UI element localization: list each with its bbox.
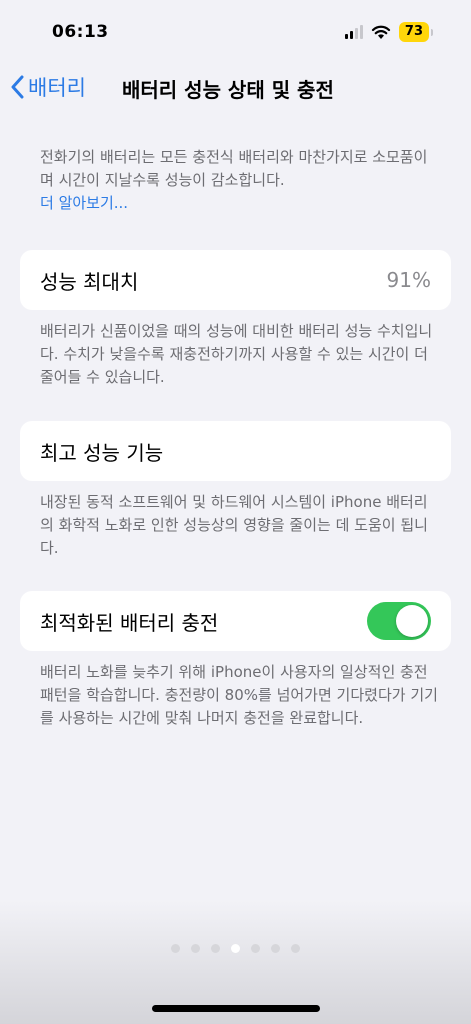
peak-performance-footnote: 내장된 동적 소프트웨어 및 하드웨어 시스템이 iPhone 배터리의 화학적… — [40, 493, 428, 557]
intro-description: 전화기의 배터리는 모든 충전식 배터리와 마찬가지로 소모품이며 시간이 지날… — [40, 146, 440, 215]
battery-tip-icon — [431, 28, 433, 36]
home-indicator[interactable] — [152, 1005, 320, 1012]
page-indicator[interactable] — [0, 944, 471, 953]
page-dot — [191, 944, 200, 953]
back-button-label: 배터리 — [28, 76, 86, 100]
max-capacity-value: 91% — [386, 268, 431, 292]
toggle-knob — [396, 605, 428, 637]
page-dot — [231, 944, 240, 953]
page-dot — [211, 944, 220, 953]
max-capacity-row: 성능 최대치 91% — [20, 250, 451, 310]
back-button[interactable]: 배터리 — [10, 72, 86, 102]
learn-more-link[interactable]: 더 알아보기... — [40, 192, 440, 215]
navigation-bar: 배터리 배터리 성능 상태 및 충전 — [0, 66, 471, 110]
page-dot — [271, 944, 280, 953]
optimized-charging-row: 최적화된 배터리 충전 — [20, 591, 451, 651]
peak-performance-label: 최고 성능 기능 — [40, 440, 164, 465]
wifi-icon — [371, 25, 391, 39]
status-time: 06:13 — [52, 22, 109, 42]
status-indicators: 73 — [344, 22, 433, 42]
chevron-left-icon — [11, 75, 24, 99]
page-dot — [291, 944, 300, 953]
page-dot — [251, 944, 260, 953]
max-capacity-label: 성능 최대치 — [40, 269, 139, 294]
battery-level-badge: 73 — [398, 22, 429, 42]
cellular-signal-icon — [344, 25, 363, 39]
optimized-charging-label: 최적화된 배터리 충전 — [40, 610, 219, 635]
max-capacity-footnote: 배터리가 신품이었을 때의 성능에 대비한 배터리 성능 수치입니다. 수치가 … — [40, 322, 433, 386]
page-title: 배터리 성능 상태 및 충전 — [122, 78, 334, 102]
peak-performance-row[interactable]: 최고 성능 기능 — [20, 421, 451, 481]
optimized-charging-toggle[interactable] — [367, 602, 431, 640]
status-bar: 06:13 73 — [0, 0, 471, 60]
page-dot — [171, 944, 180, 953]
optimized-charging-footnote: 배터리 노화를 늦추기 위해 iPhone이 사용자의 일상적인 충전 패턴을 … — [40, 663, 438, 727]
intro-text: 전화기의 배터리는 모든 충전식 배터리와 마찬가지로 소모품이며 시간이 지날… — [40, 148, 428, 189]
